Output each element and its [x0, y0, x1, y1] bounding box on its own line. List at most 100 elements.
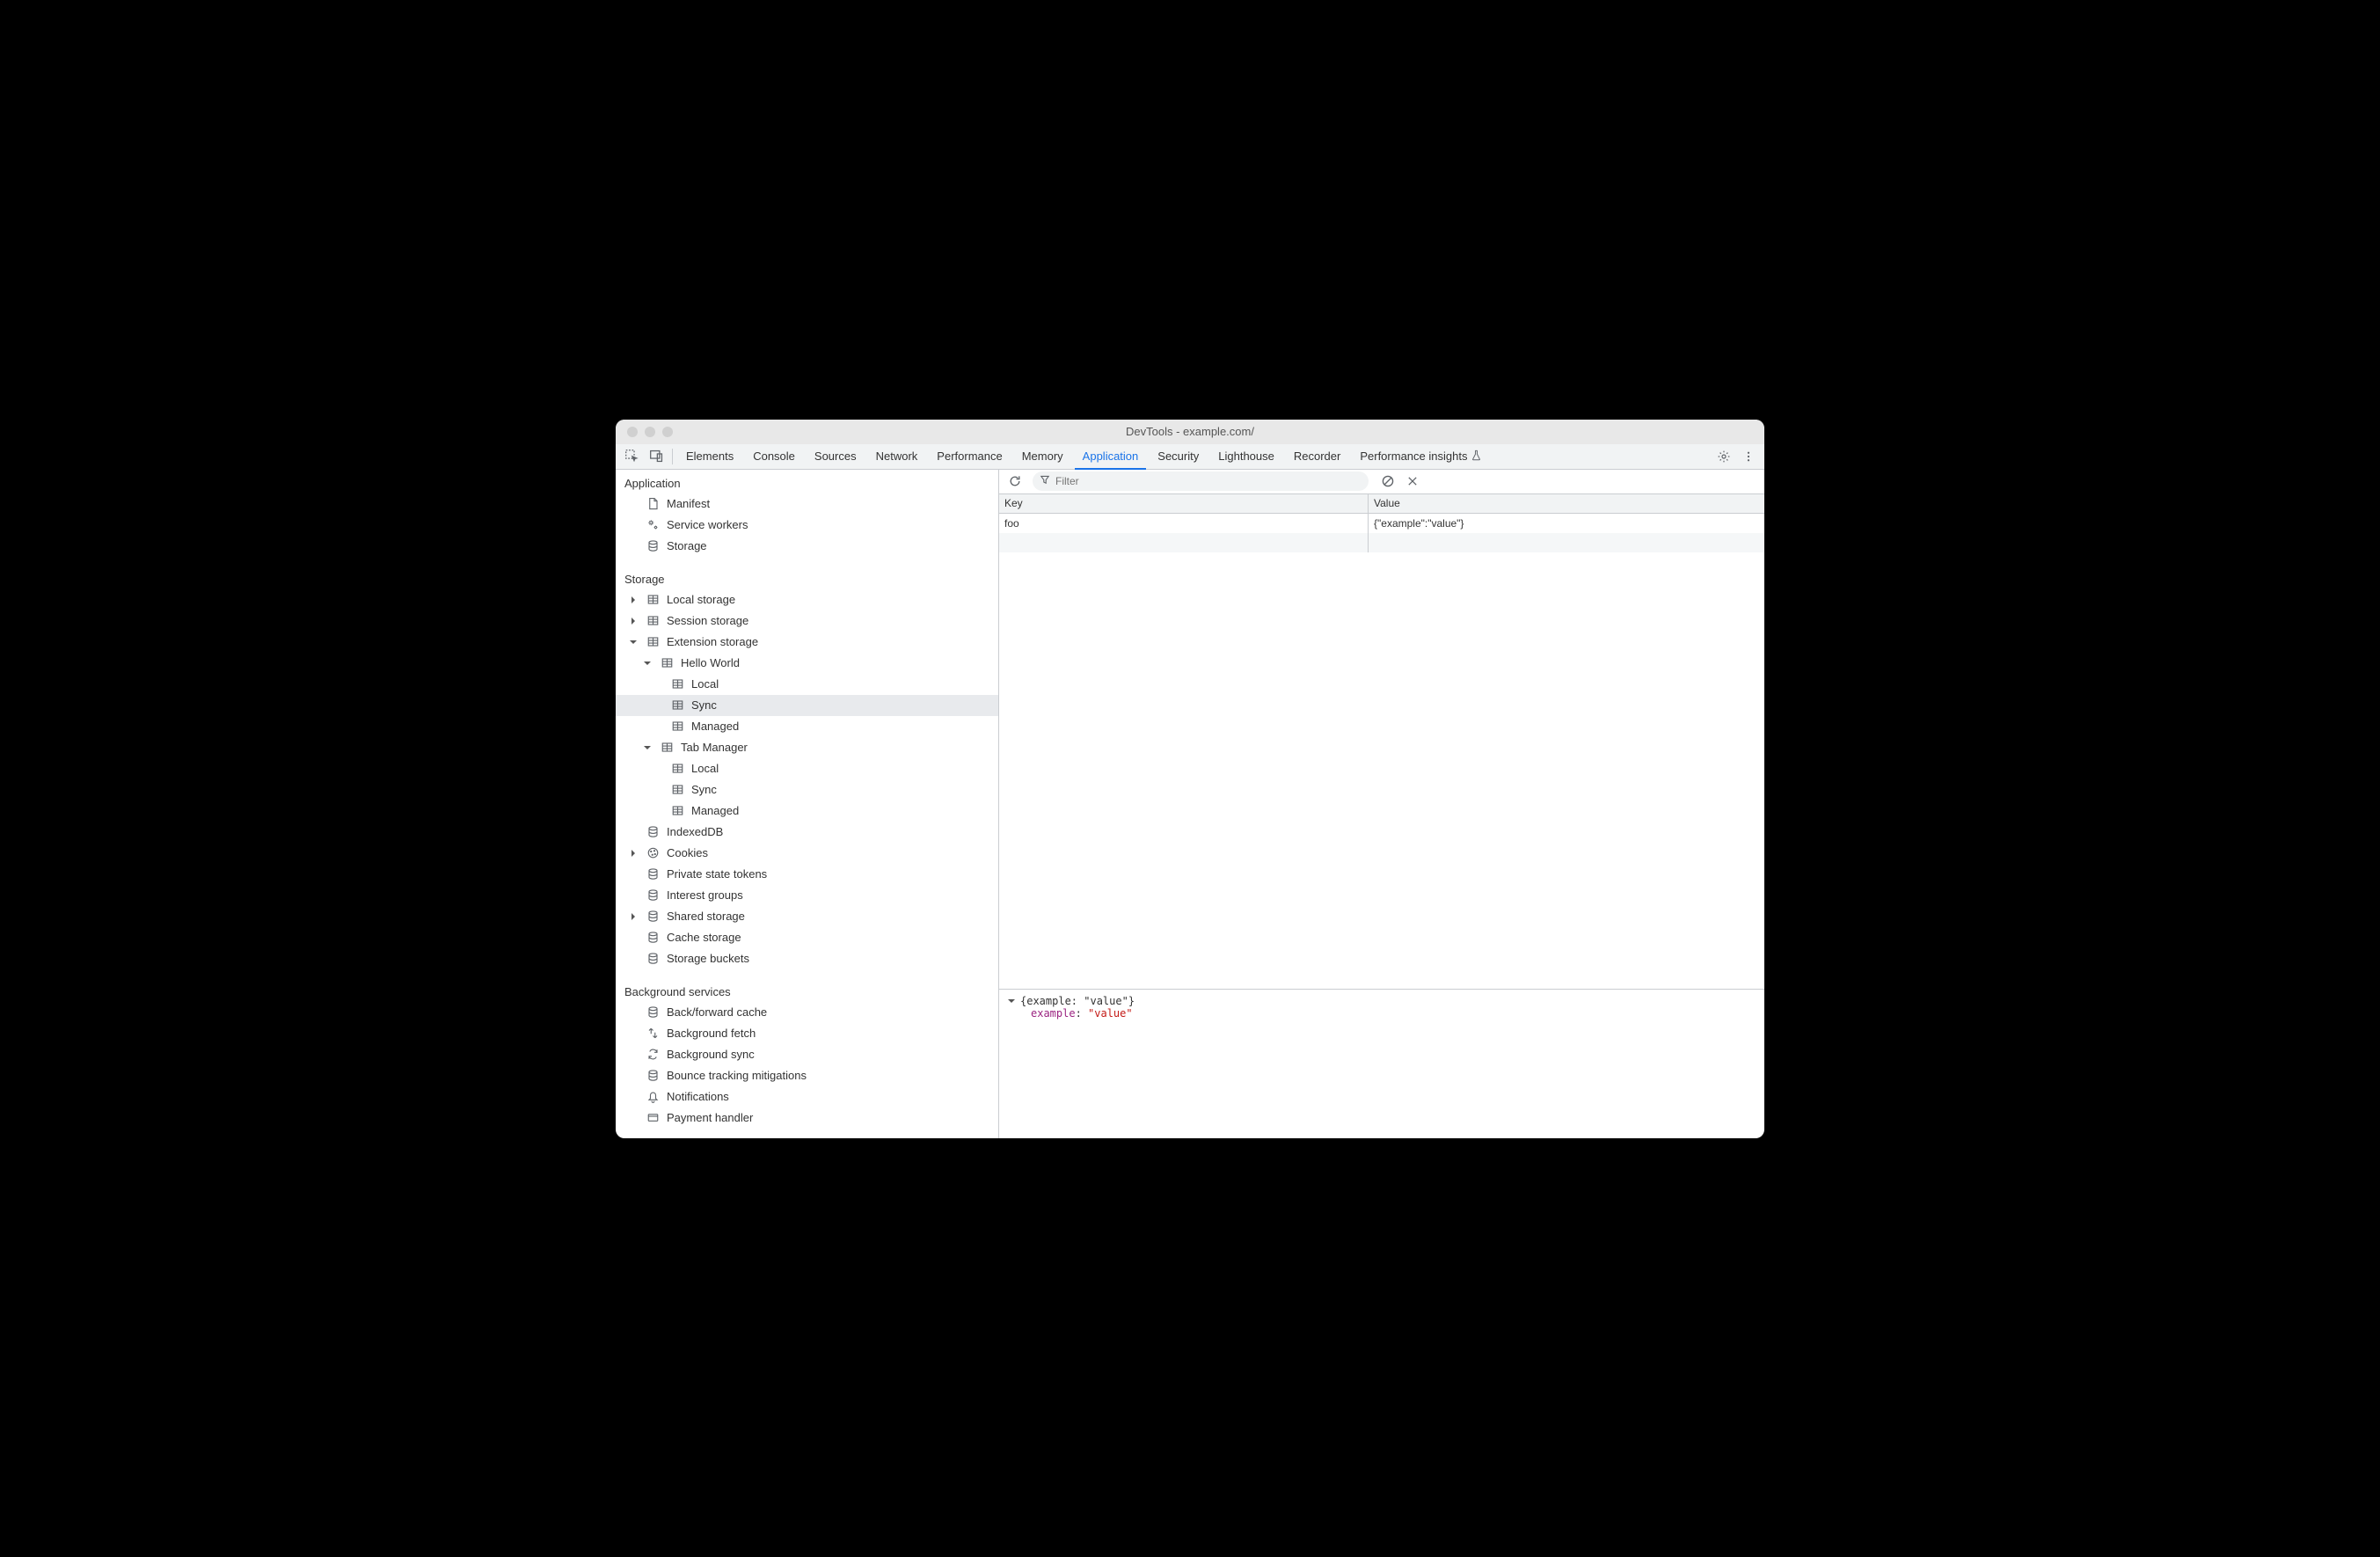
tab-performance-insights-label: Performance insights [1360, 450, 1467, 463]
sidebar-item-extension-storage[interactable]: Extension storage [616, 632, 998, 653]
sidebar-item-label: Extension storage [667, 635, 758, 648]
filter-box[interactable] [1033, 471, 1369, 491]
table-row[interactable]: foo {"example":"value"} [999, 514, 1764, 533]
column-header-key[interactable]: Key [999, 494, 1369, 513]
table-icon [660, 656, 674, 670]
sidebar-item-pst[interactable]: Private state tokens [616, 864, 998, 885]
database-icon [646, 825, 660, 839]
tab-elements[interactable]: Elements [676, 444, 743, 469]
sidebar-item-cookies[interactable]: Cookies [616, 843, 998, 864]
tab-recorder[interactable]: Recorder [1284, 444, 1350, 469]
sidebar-item-label: IndexedDB [667, 825, 723, 838]
tab-network[interactable]: Network [866, 444, 928, 469]
sidebar-item-bgsync[interactable]: Background sync [616, 1044, 998, 1065]
tab-application[interactable]: Application [1073, 444, 1149, 469]
tab-performance[interactable]: Performance [927, 444, 1011, 469]
sidebar-item-label: Notifications [667, 1090, 729, 1103]
table-icon [646, 593, 660, 607]
table-icon [660, 741, 674, 755]
table-icon [670, 762, 684, 776]
tab-security[interactable]: Security [1148, 444, 1208, 469]
sidebar-item-label: Private state tokens [667, 867, 767, 881]
table-icon [670, 804, 684, 818]
sidebar-item-payment-handler[interactable]: Payment handler [616, 1107, 998, 1129]
database-icon [646, 888, 660, 903]
grid-body: foo {"example":"value"} [999, 514, 1764, 989]
window-title: DevTools - example.com/ [1126, 425, 1254, 438]
database-icon [646, 1069, 660, 1083]
application-sidebar: Application Manifest Service workers Sto… [616, 470, 999, 1138]
sidebar-item-bounce[interactable]: Bounce tracking mitigations [616, 1065, 998, 1086]
collapse-icon [628, 637, 639, 647]
device-toggle-button[interactable] [644, 444, 668, 469]
window-titlebar: DevTools - example.com/ [616, 420, 1764, 444]
cell-value[interactable]: {"example":"value"} [1369, 514, 1764, 533]
storage-viewer: Key Value foo {"example":"value"} {examp… [998, 470, 1764, 1138]
database-icon [646, 910, 660, 924]
sidebar-item-label: Sync [691, 783, 717, 796]
close-window-button[interactable] [627, 427, 638, 437]
sidebar-item-label: Interest groups [667, 888, 743, 902]
table-icon [646, 614, 660, 628]
sidebar-item-storage[interactable]: Storage [616, 536, 998, 557]
zoom-window-button[interactable] [662, 427, 673, 437]
sidebar-item-cache-storage[interactable]: Cache storage [616, 927, 998, 948]
tab-sources[interactable]: Sources [805, 444, 866, 469]
table-row-empty [999, 533, 1764, 552]
sidebar-item-hello-world[interactable]: Hello World [616, 653, 998, 674]
sidebar-item-shared-storage[interactable]: Shared storage [616, 906, 998, 927]
delete-button[interactable] [1402, 471, 1423, 492]
settings-button[interactable] [1712, 444, 1736, 469]
sidebar-item-indexeddb[interactable]: IndexedDB [616, 822, 998, 843]
section-background-services: Background services [616, 980, 998, 1002]
minimize-window-button[interactable] [645, 427, 655, 437]
collapse-icon[interactable] [1006, 996, 1017, 1006]
sidebar-item-managed[interactable]: Managed [616, 716, 998, 737]
sidebar-item-session-storage[interactable]: Session storage [616, 610, 998, 632]
sidebar-item-label: Shared storage [667, 910, 745, 923]
tab-memory[interactable]: Memory [1012, 444, 1073, 469]
flask-icon [1471, 450, 1482, 464]
cell-key[interactable]: foo [999, 514, 1369, 533]
sidebar-item-local-storage[interactable]: Local storage [616, 589, 998, 610]
sidebar-item-sync[interactable]: Sync [616, 695, 998, 716]
sidebar-item-label: Managed [691, 720, 739, 733]
sidebar-item-tm-local[interactable]: Local [616, 758, 998, 779]
refresh-button[interactable] [1004, 471, 1026, 492]
sidebar-item-manifest[interactable]: Manifest [616, 493, 998, 515]
sidebar-item-bfcache[interactable]: Back/forward cache [616, 1002, 998, 1023]
section-storage: Storage [616, 567, 998, 589]
table-icon [670, 783, 684, 797]
object-summary[interactable]: {example: "value"} [1020, 995, 1135, 1007]
sidebar-item-label: Local [691, 762, 719, 775]
sidebar-item-tm-sync[interactable]: Sync [616, 779, 998, 800]
fetch-icon [646, 1027, 660, 1041]
table-icon [670, 698, 684, 713]
tab-console[interactable]: Console [743, 444, 805, 469]
sidebar-item-notifications[interactable]: Notifications [616, 1086, 998, 1107]
sidebar-item-label: Storage buckets [667, 952, 749, 965]
column-header-value[interactable]: Value [1369, 494, 1764, 513]
tab-lighthouse[interactable]: Lighthouse [1208, 444, 1284, 469]
panel-tabs: Elements Console Sources Network Perform… [676, 444, 1492, 469]
sync-icon [646, 1048, 660, 1062]
tab-performance-insights[interactable]: Performance insights [1350, 444, 1492, 469]
sidebar-item-label: Cache storage [667, 931, 741, 944]
sidebar-item-storage-buckets[interactable]: Storage buckets [616, 948, 998, 969]
sidebar-item-local[interactable]: Local [616, 674, 998, 695]
value-preview-panel: {example: "value"} example: "value" [999, 989, 1764, 1138]
sidebar-item-service-workers[interactable]: Service workers [616, 515, 998, 536]
sidebar-item-interest[interactable]: Interest groups [616, 885, 998, 906]
filter-input[interactable] [1055, 475, 1362, 487]
table-icon [646, 635, 660, 649]
sidebar-item-label: Tab Manager [681, 741, 748, 754]
sidebar-item-bgfetch[interactable]: Background fetch [616, 1023, 998, 1044]
table-icon [670, 720, 684, 734]
gears-icon [646, 518, 660, 532]
sidebar-item-tm-managed[interactable]: Managed [616, 800, 998, 822]
inspect-element-button[interactable] [619, 444, 644, 469]
sidebar-item-tab-manager[interactable]: Tab Manager [616, 737, 998, 758]
more-options-button[interactable] [1736, 444, 1761, 469]
clear-all-button[interactable] [1377, 471, 1398, 492]
section-application: Application [616, 471, 998, 493]
